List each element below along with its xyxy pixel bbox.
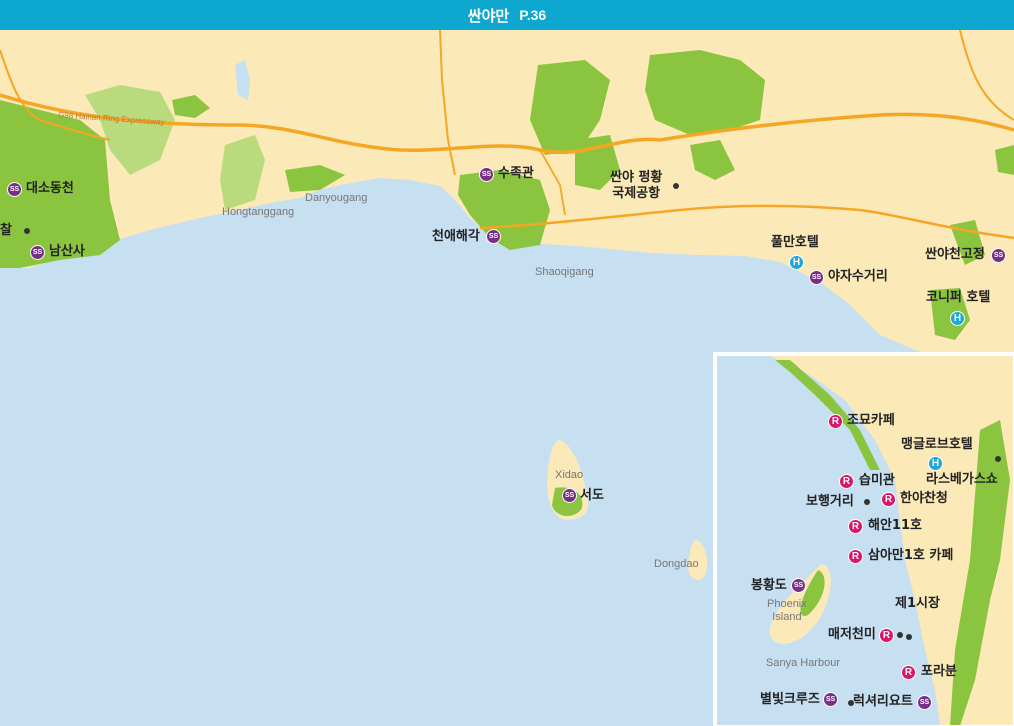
- ss-icon-seodo[interactable]: SS: [562, 488, 577, 503]
- label-sanya-cheongojeong[interactable]: 싼야천고정: [925, 247, 985, 263]
- poi-dot-lasvegas-show: [995, 456, 1001, 462]
- poi-dot-market-1: [897, 632, 903, 638]
- restaurant-icon-haean11[interactable]: R: [848, 519, 863, 534]
- label-mangrove-hotel[interactable]: 맹글로브호텔: [901, 437, 973, 453]
- place-shaoqigang: Shaoqigang: [535, 266, 594, 278]
- label-airport[interactable]: 싼야 펑황 국제공항: [610, 170, 662, 202]
- restaurant-icon-hanyachancheong[interactable]: R: [881, 492, 896, 507]
- ss-icon-sujokgwan[interactable]: SS: [479, 167, 494, 182]
- label-luxury-yacht[interactable]: 럭셔리요트: [853, 694, 913, 710]
- map: 싼야만 P.36 G98 Hainan Ring Expressway Hong…: [0, 0, 1014, 726]
- label-hanyachancheong[interactable]: 한야찬청: [900, 491, 948, 507]
- poi-dot-chal: [24, 228, 30, 234]
- poi-dot-pedestrian-street: [864, 499, 870, 505]
- label-pullman[interactable]: 풀만호텔: [771, 235, 819, 251]
- label-chal[interactable]: 찰: [0, 223, 12, 239]
- label-bonghwangdo[interactable]: 봉황도: [751, 578, 787, 594]
- poi-dot-airport: [673, 183, 679, 189]
- label-yajasugeori[interactable]: 야자수거리: [828, 269, 888, 285]
- park-small-2: [995, 145, 1014, 175]
- label-dasodongcheon[interactable]: 대소동천: [26, 181, 74, 197]
- place-phoenix-island: Phoenix Island: [767, 598, 807, 623]
- label-lasvegas-show[interactable]: 라스베가스쇼: [926, 472, 998, 488]
- label-pedestrian-street[interactable]: 보행거리: [806, 494, 854, 510]
- label-porabun[interactable]: 포라분: [921, 664, 957, 680]
- label-seodo[interactable]: 서도: [580, 488, 604, 504]
- ss-icon-cheonaehaegak[interactable]: SS: [486, 229, 501, 244]
- label-sujokgwan[interactable]: 수족관: [498, 166, 534, 182]
- place-dongdao: Dongdao: [654, 558, 699, 570]
- hotel-icon-pullman[interactable]: H: [789, 255, 804, 270]
- ss-icon-luxury-yacht[interactable]: SS: [917, 695, 932, 710]
- label-jeil-market[interactable]: 제1시장: [895, 596, 940, 612]
- ss-icon-byeolbit-cruise[interactable]: SS: [823, 692, 838, 707]
- ss-icon-namsansa[interactable]: SS: [30, 245, 45, 260]
- label-sanyaman1-cafe[interactable]: 삼아만1호 카페: [868, 548, 953, 564]
- label-conifer-hotel[interactable]: 코니퍼 호텔: [926, 290, 990, 306]
- ss-icon-sanya-cheongojeong[interactable]: SS: [991, 248, 1006, 263]
- label-seupmigwan[interactable]: 습미관: [859, 473, 895, 489]
- restaurant-icon-jomyo-cafe[interactable]: R: [828, 414, 843, 429]
- poi-dot-market-2: [906, 634, 912, 640]
- label-maejeocheonmi[interactable]: 매저천미: [828, 627, 876, 643]
- ss-icon-dasodongcheon[interactable]: SS: [7, 182, 22, 197]
- map-canvas: [0, 29, 1014, 726]
- restaurant-icon-seupmigwan[interactable]: R: [839, 474, 854, 489]
- label-namsansa[interactable]: 남산사: [49, 244, 85, 260]
- label-haean11[interactable]: 해안11호: [868, 518, 922, 534]
- restaurant-icon-sanyaman1-cafe[interactable]: R: [848, 549, 863, 564]
- place-xidao: Xidao: [555, 469, 584, 481]
- label-cheonaehaegak[interactable]: 천애해각: [432, 229, 480, 245]
- ss-icon-bonghwangdo[interactable]: SS: [791, 578, 806, 593]
- restaurant-icon-maejeocheonmi[interactable]: R: [879, 628, 894, 643]
- place-danyougang: Danyougang: [305, 192, 368, 204]
- label-jomyo-cafe[interactable]: 조묘카페: [847, 413, 895, 429]
- label-byeolbit-cruise[interactable]: 별빛크루즈: [760, 692, 820, 708]
- hotel-icon-mangrove[interactable]: H: [928, 456, 943, 471]
- place-hongtanggang: Hongtanggang: [222, 206, 295, 218]
- ss-icon-yajasugeori[interactable]: SS: [809, 270, 824, 285]
- restaurant-icon-porabun[interactable]: R: [901, 665, 916, 680]
- hotel-icon-conifer[interactable]: H: [950, 311, 965, 326]
- place-sanya-harbour: Sanya Harbour: [766, 657, 840, 669]
